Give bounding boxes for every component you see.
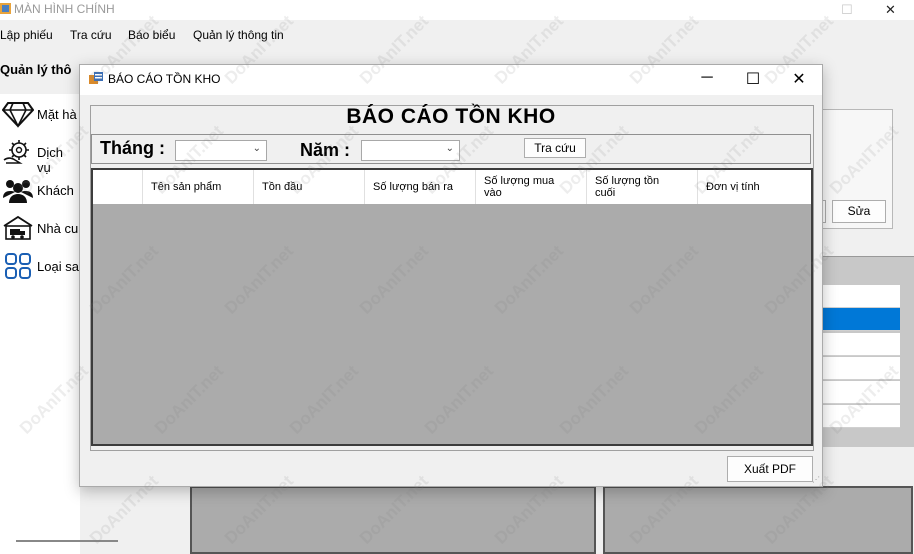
sidebar-item-mat-hang[interactable]: Mặt hà xyxy=(0,96,80,132)
customers-icon xyxy=(3,180,33,203)
sidebar: Mặt hà Dịch vụ Khách Nhà cu Loại sa xyxy=(0,94,80,554)
chevron-down-icon: ⌄ xyxy=(252,143,261,154)
sidebar-item-label: Nhà cu xyxy=(37,221,79,236)
edit-button[interactable]: Sửa xyxy=(832,200,886,223)
column-header-opening-stock[interactable]: Tồn đầu xyxy=(254,170,365,204)
column-header-closing-stock[interactable]: Số lượng tồn cuối xyxy=(587,170,698,204)
background-grid-left[interactable] xyxy=(190,486,596,554)
report-window-icon xyxy=(89,72,103,84)
month-select[interactable]: ⌄ xyxy=(175,140,267,161)
column-header-quantity-purchased[interactable]: Số lượng mua vào xyxy=(476,170,587,204)
table-header: Tên sản phẩm Tồn đầu Số lượng bán ra Số … xyxy=(93,170,811,204)
column-header-product-name[interactable]: Tên sản phẩm xyxy=(143,170,254,204)
sidebar-item-loai-san-pham[interactable]: Loại sa xyxy=(0,248,80,284)
month-label: Tháng : xyxy=(100,138,165,158)
table-row[interactable] xyxy=(820,405,900,428)
dialog-title: BÁO CÁO TỒN KHO xyxy=(108,72,221,86)
chevron-down-icon: ⌄ xyxy=(445,143,454,154)
sidebar-scrollbar[interactable] xyxy=(16,540,118,542)
year-label: Năm : xyxy=(300,140,351,160)
row-header-column[interactable] xyxy=(93,170,143,204)
main-maximize-icon[interactable]: ☐ xyxy=(841,2,853,18)
sidebar-item-label: Dịch vụ xyxy=(37,145,64,175)
service-gear-icon xyxy=(3,140,29,164)
inventory-report-dialog: BÁO CÁO TỒN KHO ─ ☐ ✕ BÁO CÁO TỒN KHO Th… xyxy=(79,64,823,487)
table-row-selected[interactable] xyxy=(820,308,900,331)
main-close-icon[interactable]: ✕ xyxy=(885,2,896,18)
close-icon[interactable]: ✕ xyxy=(784,69,814,89)
report-heading: BÁO CÁO TỒN KHO xyxy=(346,105,556,128)
inventory-table[interactable]: Tên sản phẩm Tồn đầu Số lượng bán ra Số … xyxy=(91,168,813,446)
category-grid-icon xyxy=(5,253,31,279)
background-data-grid[interactable] xyxy=(820,256,914,447)
resize-grip-icon[interactable]: ⋰ xyxy=(812,475,820,484)
maximize-icon[interactable]: ☐ xyxy=(738,69,768,89)
dialog-title-bar: BÁO CÁO TỒN KHO ─ ☐ ✕ xyxy=(80,65,822,95)
table-row[interactable] xyxy=(820,381,900,404)
menu-bar: Lập phiếu Tra cứu Báo biểu Quản lý thông… xyxy=(0,24,914,48)
menu-item-bao-bieu[interactable]: Báo biểu xyxy=(128,28,175,42)
sidebar-item-label: Khách xyxy=(37,183,74,198)
table-row[interactable] xyxy=(820,333,900,356)
sidebar-item-label: Loại sa xyxy=(37,259,79,274)
column-header-unit[interactable]: Đơn vị tính xyxy=(698,170,811,204)
sidebar-heading: Quản lý thô xyxy=(0,62,72,77)
main-title-bar: MÀN HÌNH CHÍNH ☐ ✕ xyxy=(0,0,914,20)
export-pdf-button[interactable]: Xuất PDF xyxy=(727,456,813,482)
diamond-icon xyxy=(2,102,34,128)
menu-item-tra-cuu[interactable]: Tra cứu xyxy=(70,28,112,42)
search-button[interactable]: Tra cứu xyxy=(524,138,586,158)
menu-item-quan-ly-thong-tin[interactable]: Quản lý thông tin xyxy=(193,28,284,42)
table-row[interactable] xyxy=(820,357,900,380)
year-select[interactable]: ⌄ xyxy=(361,140,460,161)
table-row[interactable] xyxy=(820,285,900,308)
background-grid-right[interactable] xyxy=(603,486,913,554)
sidebar-item-nha-cung-cap[interactable]: Nhà cu xyxy=(0,210,80,246)
app-icon xyxy=(0,3,11,14)
sidebar-item-dich-vu[interactable]: Dịch vụ xyxy=(0,134,80,175)
main-window-title: MÀN HÌNH CHÍNH xyxy=(14,2,115,16)
supplier-truck-icon xyxy=(3,215,33,240)
menu-item-lap-phieu[interactable]: Lập phiếu xyxy=(0,28,53,42)
minimize-icon[interactable]: ─ xyxy=(692,69,722,87)
filter-bar: Tháng : ⌄ Năm : ⌄ Tra cứu xyxy=(91,134,811,164)
sidebar-item-label: Mặt hà xyxy=(37,107,77,122)
column-header-quantity-sold[interactable]: Số lượng bán ra xyxy=(365,170,476,204)
sidebar-item-khach-hang[interactable]: Khách xyxy=(0,172,80,208)
